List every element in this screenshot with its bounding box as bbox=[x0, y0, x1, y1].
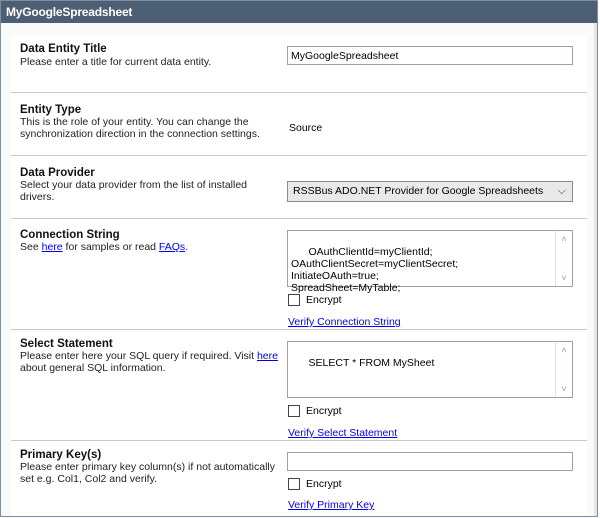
entity-title-heading: Data Entity Title bbox=[20, 43, 107, 55]
connection-string-scrollbar[interactable]: ˄ ˅ bbox=[555, 231, 572, 286]
section-entity-title: Data Entity Title Please enter a title f… bbox=[11, 35, 587, 93]
desc-text: about general SQL information. bbox=[20, 362, 166, 374]
section-data-provider: Data Provider Select your data provider … bbox=[11, 156, 587, 219]
connection-encrypt-checkbox[interactable] bbox=[288, 294, 300, 306]
scroll-down-icon[interactable]: ˅ bbox=[556, 271, 572, 285]
connection-encrypt-label: Encrypt bbox=[306, 294, 342, 306]
select-statement-text: SELECT * FROM MySheet bbox=[308, 357, 435, 369]
verify-select-statement-link[interactable]: Verify Select Statement bbox=[288, 427, 397, 439]
select-statement-heading: Select Statement bbox=[20, 338, 113, 350]
section-connection-string: Connection String See here for samples o… bbox=[11, 219, 587, 330]
entity-title-description: Please enter a title for current data en… bbox=[20, 56, 212, 68]
data-provider-description: Select your data provider from the list … bbox=[20, 179, 248, 203]
entity-title-input[interactable]: MyGoogleSpreadsheet bbox=[287, 46, 573, 65]
entity-type-description: This is the role of your entity. You can… bbox=[20, 116, 260, 140]
panel-scrollbar[interactable] bbox=[594, 23, 597, 516]
scroll-up-icon[interactable]: ˄ bbox=[556, 232, 572, 246]
connection-string-description: See here for samples or read FAQs. bbox=[20, 241, 282, 253]
entity-panel: MyGoogleSpreadsheet Data Entity Title Pl… bbox=[0, 0, 598, 517]
faqs-link[interactable]: FAQs bbox=[159, 241, 185, 253]
panel-header: MyGoogleSpreadsheet bbox=[1, 1, 597, 23]
scroll-down-icon[interactable]: ˅ bbox=[556, 382, 572, 396]
primary-encrypt-checkbox[interactable] bbox=[288, 478, 300, 490]
connection-string-heading: Connection String bbox=[20, 229, 120, 241]
verify-primary-key-link[interactable]: Verify Primary Key bbox=[288, 499, 374, 511]
select-statement-scrollbar[interactable]: ˄ ˅ bbox=[555, 342, 572, 397]
desc-text: Please enter here your SQL query if requ… bbox=[20, 350, 257, 362]
connection-string-text: OAuthClientId=myClientId; OAuthClientSec… bbox=[291, 246, 459, 294]
verify-connection-string-link[interactable]: Verify Connection String bbox=[288, 316, 401, 328]
chevron-down-icon: ⌵ bbox=[557, 185, 566, 197]
scroll-up-icon[interactable]: ˄ bbox=[556, 343, 572, 357]
primary-key-description: Please enter primary key column(s) if no… bbox=[20, 461, 276, 485]
primary-key-input[interactable] bbox=[287, 452, 573, 471]
data-provider-select[interactable]: RSSBus ADO.NET Provider for Google Sprea… bbox=[287, 181, 573, 202]
select-statement-description: Please enter here your SQL query if requ… bbox=[20, 350, 282, 374]
select-encrypt-label: Encrypt bbox=[306, 405, 342, 417]
connection-string-input[interactable]: OAuthClientId=myClientId; OAuthClientSec… bbox=[287, 230, 573, 294]
data-provider-selected: RSSBus ADO.NET Provider for Google Sprea… bbox=[293, 185, 544, 197]
section-primary-key: Primary Key(s) Please enter primary key … bbox=[11, 441, 587, 516]
primary-encrypt-label: Encrypt bbox=[306, 478, 342, 490]
desc-text: for samples or read bbox=[62, 241, 159, 253]
desc-text: See bbox=[20, 241, 42, 253]
entity-type-heading: Entity Type bbox=[20, 104, 82, 116]
select-statement-input[interactable]: SELECT * FROM MySheet ˄ ˅ bbox=[287, 341, 573, 398]
select-encrypt-checkbox[interactable] bbox=[288, 405, 300, 417]
samples-link[interactable]: here bbox=[42, 241, 63, 253]
primary-key-heading: Primary Key(s) bbox=[20, 449, 102, 461]
section-select-statement: Select Statement Please enter here your … bbox=[11, 330, 587, 441]
desc-text: . bbox=[185, 241, 189, 253]
sql-info-link[interactable]: here bbox=[257, 350, 278, 362]
data-provider-heading: Data Provider bbox=[20, 167, 95, 179]
entity-type-value: Source bbox=[289, 122, 323, 134]
section-entity-type: Entity Type This is the role of your ent… bbox=[11, 93, 587, 156]
